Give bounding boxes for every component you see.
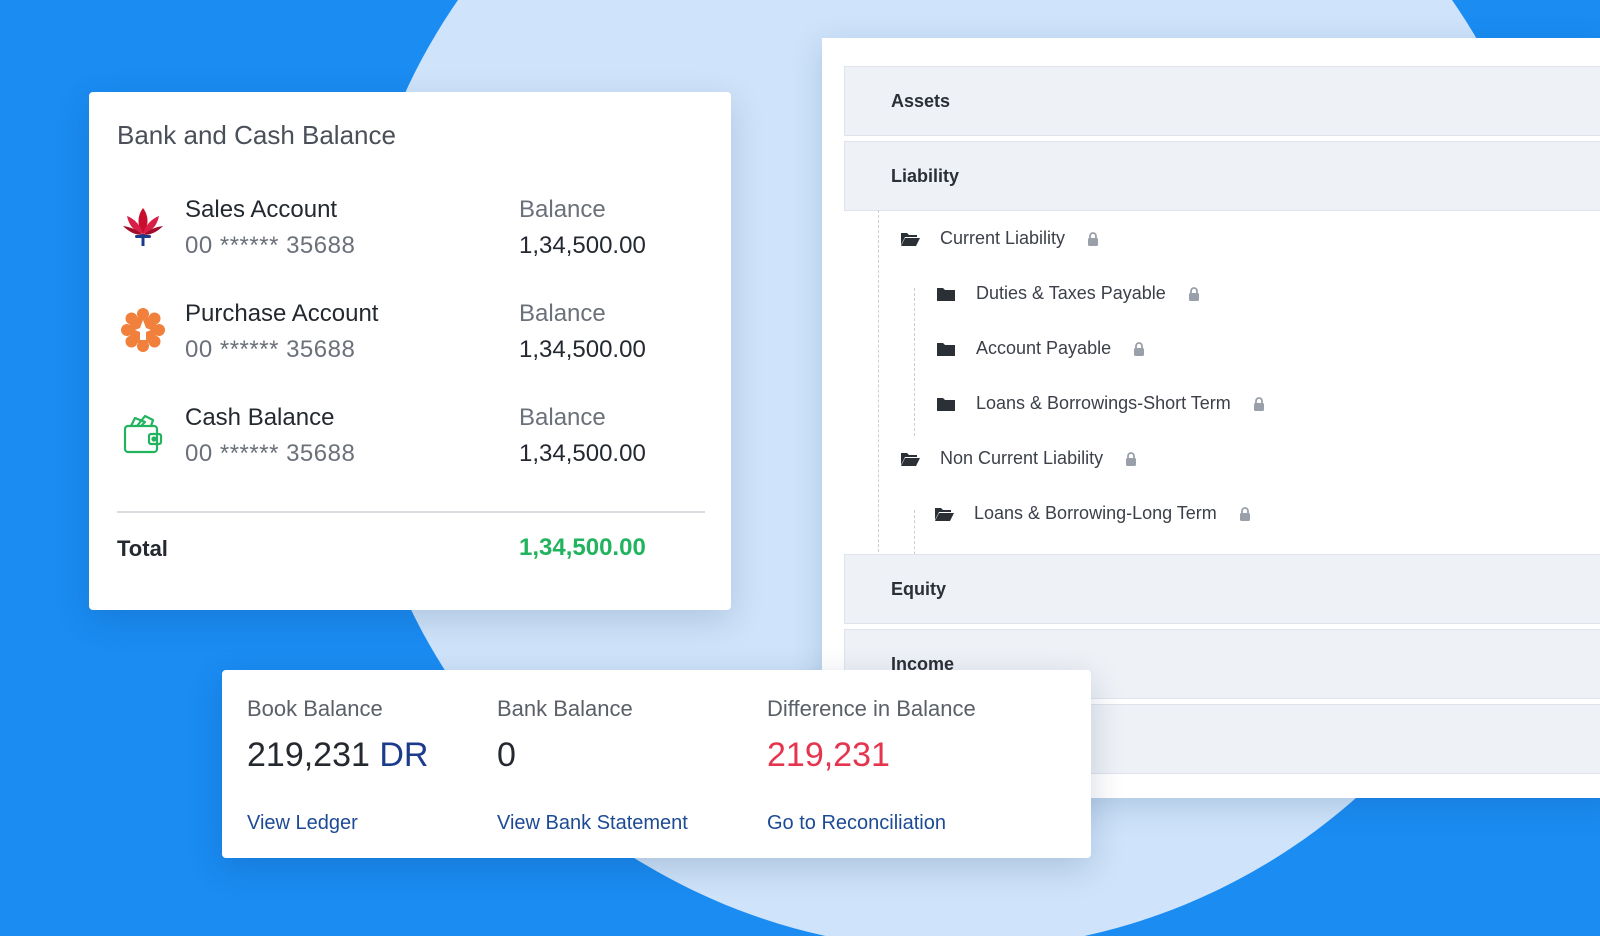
lotus-icon [121, 204, 165, 248]
bank-cash-balance-card: Bank and Cash Balance Sales Account 00 *… [89, 92, 731, 610]
section-equity-label: Equity [891, 578, 947, 599]
account-name: Cash Balance [185, 404, 335, 431]
folder-open-icon [900, 231, 920, 247]
go-to-reconciliation-link[interactable]: Go to Reconciliation [767, 812, 946, 835]
folder-icon [936, 396, 956, 412]
lock-icon [1133, 341, 1145, 356]
balance-label: Balance [519, 404, 606, 431]
tree-item-label: Loans & Borrowing-Long Term [974, 503, 1217, 523]
tree-item-duties-taxes-payable[interactable]: Duties & Taxes Payable [936, 283, 1200, 304]
difference-block: Difference in Balance 219,231 [767, 696, 976, 775]
book-balance-value-line: 219,231 DR [247, 736, 428, 775]
account-number: 00 ****** 35688 [185, 232, 356, 259]
account-row-cash[interactable]: Cash Balance 00 ****** 35688 Balance 1,3… [89, 404, 731, 494]
book-balance-label: Book Balance [247, 696, 383, 721]
tree-item-non-current-liability[interactable]: Non Current Liability [900, 448, 1137, 469]
divider [117, 511, 705, 513]
total-label: Total [117, 536, 168, 561]
tree-item-label: Current Liability [940, 228, 1066, 248]
bank-balance-block: Bank Balance 0 [497, 696, 633, 775]
bank-balance-label: Bank Balance [497, 696, 633, 721]
balance-label: Balance [519, 300, 606, 327]
book-balance-value: 219,231 [247, 736, 370, 774]
tree-item-loans-long-term[interactable]: Loans & Borrowing-Long Term [934, 503, 1251, 524]
account-name: Purchase Account [185, 300, 379, 327]
tree-item-label: Duties & Taxes Payable [976, 283, 1166, 303]
view-bank-statement-link[interactable]: View Bank Statement [497, 812, 688, 835]
tree-guide-line [878, 210, 879, 592]
section-assets[interactable]: Assets [844, 66, 1600, 136]
lock-icon [1188, 286, 1200, 301]
folder-open-icon [934, 506, 954, 522]
total-value: 1,34,500.00 [519, 534, 646, 561]
account-name: Sales Account [185, 196, 338, 223]
liability-tree: Current Liability Duties & Taxes Payable… [844, 210, 1600, 592]
book-balance-suffix: DR [379, 736, 429, 774]
lock-icon [1087, 231, 1099, 246]
bank-balance-value: 0 [497, 736, 516, 774]
account-row-sales[interactable]: Sales Account 00 ****** 35688 Balance 1,… [89, 196, 731, 286]
card-title: Bank and Cash Balance [117, 120, 396, 150]
reconciliation-card: Book Balance 219,231 DR Bank Balance 0 D… [222, 670, 1091, 858]
wallet-icon [121, 412, 165, 456]
section-equity[interactable]: Equity [844, 554, 1600, 624]
difference-label: Difference in Balance [767, 696, 976, 721]
lock-icon [1125, 451, 1137, 466]
tree-item-label: Loans & Borrowings-Short Term [976, 393, 1231, 413]
folder-icon [936, 286, 956, 302]
lock-icon [1253, 396, 1265, 411]
difference-value: 219,231 [767, 736, 890, 774]
view-ledger-link[interactable]: View Ledger [247, 812, 358, 835]
tree-item-account-payable[interactable]: Account Payable [936, 338, 1145, 359]
account-row-purchase[interactable]: Purchase Account 00 ****** 35688 Balance… [89, 300, 731, 390]
lock-icon [1239, 506, 1251, 521]
tree-item-loans-short-term[interactable]: Loans & Borrowings-Short Term [936, 393, 1265, 414]
balance-value: 1,34,500.00 [519, 440, 646, 467]
section-liability[interactable]: Liability [844, 141, 1600, 211]
section-assets-label: Assets [891, 90, 951, 111]
balance-value: 1,34,500.00 [519, 336, 646, 363]
tree-guide-line [914, 288, 915, 436]
balance-label: Balance [519, 196, 606, 223]
balance-value: 1,34,500.00 [519, 232, 646, 259]
book-balance-block: Book Balance 219,231 DR [247, 696, 428, 775]
folder-icon [936, 341, 956, 357]
section-liability-label: Liability [891, 165, 960, 186]
account-number: 00 ****** 35688 [185, 440, 356, 467]
tree-item-label: Non Current Liability [940, 448, 1104, 468]
orange-emblem-icon [121, 308, 165, 352]
tree-item-current-liability[interactable]: Current Liability [900, 228, 1099, 249]
account-number: 00 ****** 35688 [185, 336, 356, 363]
tree-item-label: Account Payable [976, 338, 1112, 358]
folder-open-icon [900, 451, 920, 467]
